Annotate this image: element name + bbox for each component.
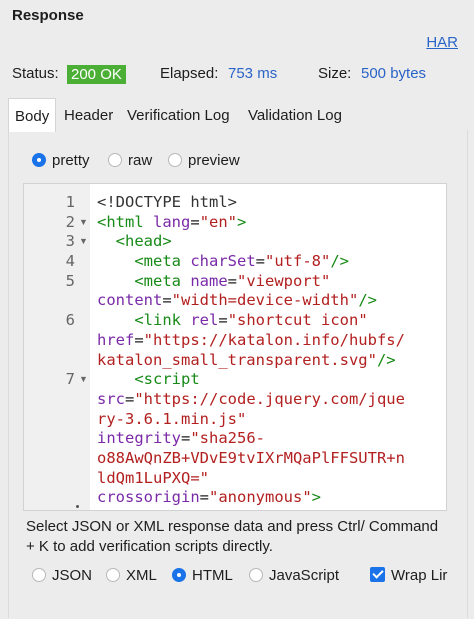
verification-hint: Select JSON or XML response data and pre… (26, 518, 439, 555)
format-xml[interactable]: XML (106, 567, 157, 587)
code-line: <head> (115, 232, 172, 251)
tab-verification-log[interactable]: Verification Log (127, 98, 230, 130)
line-number-gutter: 1 2 ▼ 3 ▼ 4 5 6 7 ▼ (24, 184, 90, 510)
code-line: o88AwQnZB+VDvE9tvIXrMQaPlFFSUTR+n (97, 448, 405, 467)
code-line: katalon_small_transparent.svg"/> (97, 350, 396, 369)
radio-icon (108, 153, 122, 167)
format-javascript[interactable]: JavaScript (249, 567, 339, 587)
format-html-label: HTML (192, 567, 233, 584)
view-mode-raw[interactable]: raw (108, 152, 152, 172)
code-line: <meta charSet="utf-8"/> (134, 252, 350, 271)
format-javascript-label: JavaScript (269, 567, 340, 584)
response-tabs: Body Header Verification Log Validation … (8, 98, 468, 132)
format-json[interactable]: JSON (32, 567, 92, 587)
elapsed-label: Elapsed: (160, 65, 219, 82)
code-line: <!DOCTYPE html> (97, 193, 237, 211)
wrap-lines-checkbox[interactable]: Wrap Lir (370, 567, 447, 587)
line-number: 4 (65, 252, 75, 271)
line-number: 3 (65, 232, 75, 251)
code-line: crossorigin="anonymous"> (97, 488, 321, 507)
view-mode-preview-label: preview (188, 152, 240, 169)
status-badge: 200 OK (67, 65, 126, 84)
size-label: Size: (318, 65, 352, 82)
view-mode-pretty-label: pretty (52, 152, 90, 169)
code-line: content="width=device-width"/> (97, 291, 377, 310)
line-number: 6 (65, 311, 75, 330)
code-line: <html lang="en"> (97, 212, 247, 231)
format-json-label: JSON (52, 567, 93, 584)
format-html[interactable]: HTML (172, 567, 233, 587)
line-number: 7 (65, 370, 75, 389)
view-mode-pretty[interactable]: pretty (32, 152, 90, 172)
code-line: ry-3.6.1.min.js" (97, 409, 247, 428)
radio-icon (106, 568, 120, 582)
status-label: Status: (12, 65, 59, 82)
tab-validation-log[interactable]: Validation Log (248, 98, 342, 130)
code-line: ldQm1LuPXQ=" (97, 468, 209, 487)
line-number: 1 (65, 193, 75, 211)
format-xml-label: XML (126, 567, 157, 584)
fold-arrow-icon[interactable]: ▼ (79, 370, 88, 390)
code-line: integrity="sha256- (97, 429, 265, 448)
view-mode-raw-label: raw (128, 152, 153, 169)
view-mode-preview[interactable]: preview (168, 152, 240, 172)
code-line: src="https://code.jquery.com/jque (97, 389, 405, 408)
radio-selected-icon (32, 153, 46, 167)
radio-selected-icon (172, 568, 186, 582)
tab-body[interactable]: Body (8, 98, 57, 132)
code-line: <meta name="viewport" (134, 271, 331, 290)
code-line: href="https://katalon.info/hubfs/ (97, 330, 405, 349)
radio-icon (32, 568, 46, 582)
radio-icon (249, 568, 263, 582)
size-value: 500 bytes (361, 65, 427, 82)
tab-header[interactable]: Header (64, 98, 113, 130)
response-body-editor[interactable]: 1 2 ▼ 3 ▼ 4 5 6 7 ▼ <!DOCTYPE html> <htm… (23, 183, 447, 511)
radio-icon (168, 153, 182, 167)
har-link[interactable]: HAR (426, 34, 458, 51)
status-row: Status: 200 OK Elapsed: 753 ms Size: 500… (12, 65, 462, 85)
line-number: 2 (65, 212, 75, 231)
fold-marker-icon (76, 505, 79, 508)
fold-arrow-icon[interactable]: ▼ (79, 213, 88, 233)
elapsed-value: 753 ms (228, 65, 278, 82)
checkbox-checked-icon (370, 567, 385, 582)
line-number: 5 (65, 271, 75, 290)
code-content: <!DOCTYPE html> <html lang="en"> <head> … (97, 193, 442, 508)
wrap-lines-label: Wrap Lir (391, 567, 448, 584)
panel-title: Response (12, 7, 84, 24)
code-line: <link rel="shortcut icon" (134, 311, 368, 330)
fold-arrow-icon[interactable]: ▼ (79, 232, 88, 252)
code-line: <script (134, 370, 200, 389)
